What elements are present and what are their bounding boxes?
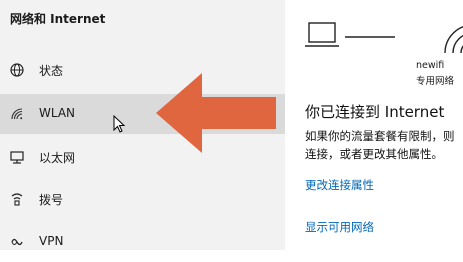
globe-icon xyxy=(8,62,26,78)
connection-status-title: 你已连接到 Internet xyxy=(305,103,445,121)
sidebar-item-label: 拨号 xyxy=(39,193,64,207)
vpn-icon xyxy=(8,234,26,250)
description-line: 如果你的流量套餐有限制，则 xyxy=(305,129,455,143)
mouse-cursor-icon xyxy=(113,115,126,133)
wifi-icon xyxy=(8,106,26,122)
network-type: 专用网络 xyxy=(416,76,455,87)
sidebar-item-dialup[interactable]: 拨号 xyxy=(0,179,285,219)
ethernet-icon xyxy=(8,149,26,165)
section-title: 网络和 Internet xyxy=(10,12,106,26)
change-connection-properties-link[interactable]: 更改连接属性 xyxy=(305,177,374,193)
sidebar-item-label: 状态 xyxy=(39,64,64,78)
connection-diagram-icon xyxy=(305,22,463,54)
dialup-icon xyxy=(8,191,26,207)
network-status-panel: newifi 专用网络 你已连接到 Internet 如果你的流量套餐有限制，则… xyxy=(285,0,463,250)
network-name: newifi xyxy=(416,60,445,71)
sidebar-item-label: VPN xyxy=(39,234,64,248)
description-line: 连接，或者更改其他属性。 xyxy=(305,147,443,161)
show-available-networks-link[interactable]: 显示可用网络 xyxy=(305,219,374,235)
sidebar-item-vpn[interactable]: VPN xyxy=(0,222,285,262)
status-description: 如果你的流量套餐有限制，则 连接，或者更改其他属性。 xyxy=(305,127,463,163)
navigation-sidebar: 网络和 Internet 状态 WLAN 以太网 拨号 VPN xyxy=(0,0,285,250)
sidebar-item-label: 以太网 xyxy=(39,151,76,165)
sidebar-item-label: WLAN xyxy=(39,106,76,120)
left-arrow-icon xyxy=(156,73,276,153)
